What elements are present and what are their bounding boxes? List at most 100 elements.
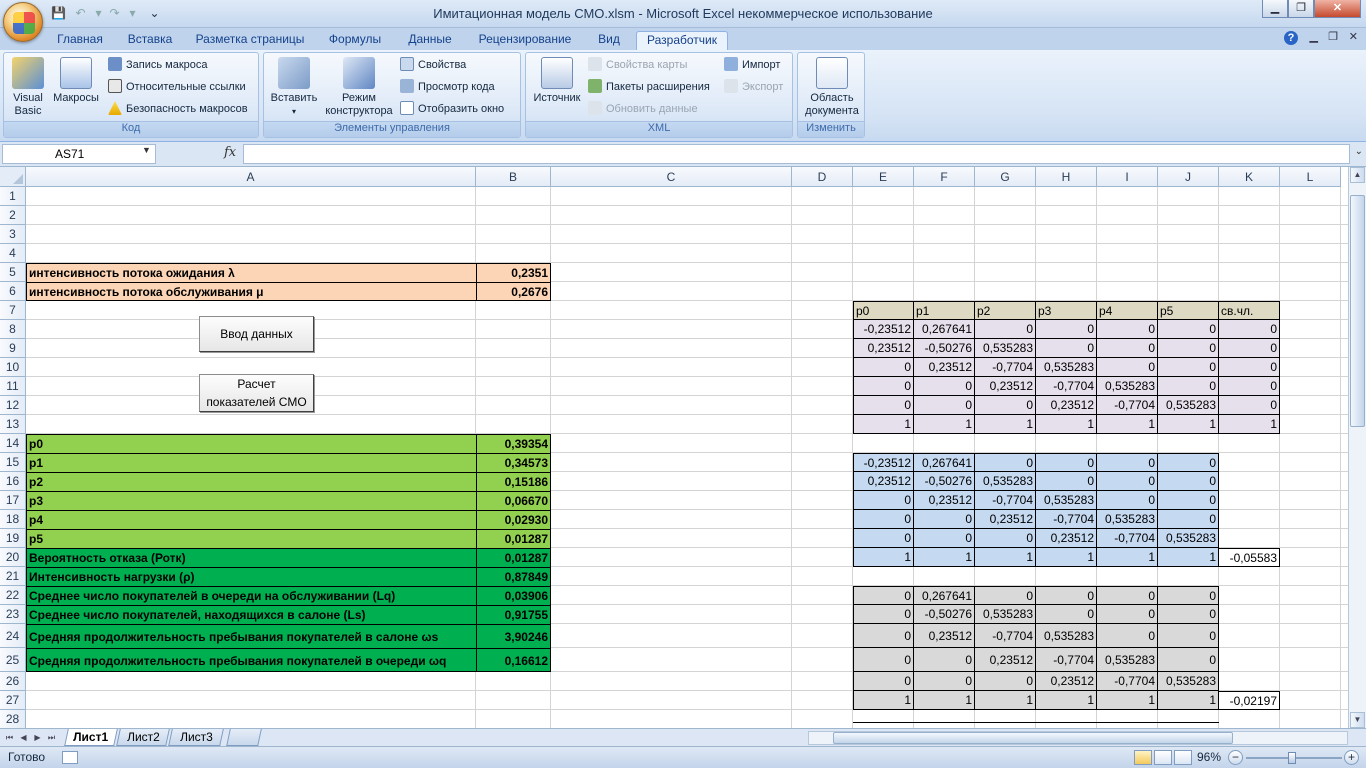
matrix2-cell[interactable]: -0,23512 [853, 453, 914, 472]
document-panel-button[interactable]: Область документа [800, 57, 864, 118]
result-value-cell[interactable]: 0,16612 [476, 648, 551, 672]
matrix1-cell[interactable]: -0,7704 [975, 358, 1036, 377]
matrix1-cell[interactable]: 0 [853, 358, 914, 377]
matrix3-cell[interactable]: 0 [1036, 586, 1097, 605]
matrix2-cell[interactable]: 1 [1158, 548, 1219, 567]
matrix-header-cell[interactable]: p5 [1158, 301, 1219, 320]
input-label-cell[interactable]: интенсивность потока обслуживания μ [26, 282, 476, 301]
matrix3-cell[interactable]: 0 [975, 672, 1036, 691]
row-header-8[interactable]: 8 [0, 320, 26, 339]
result-label-cell[interactable]: p4 [26, 510, 476, 529]
result-value-cell[interactable]: 0,15186 [476, 472, 551, 491]
normal-view-icon[interactable] [1134, 750, 1152, 765]
sheet-tab-2[interactable]: Лист2 [116, 729, 170, 746]
minimize-button[interactable]: ▁ [1262, 0, 1288, 18]
column-header-l[interactable]: L [1280, 167, 1341, 187]
row-header-17[interactable]: 17 [0, 491, 26, 510]
matrix1-cell[interactable]: 0 [914, 377, 975, 396]
horizontal-scrollbar[interactable] [808, 731, 1348, 745]
row-header-16[interactable]: 16 [0, 472, 26, 491]
result-value-cell[interactable]: 0,39354 [476, 434, 551, 453]
matrix1-cell[interactable]: 0 [1219, 377, 1280, 396]
matrix2-cell[interactable]: 0,23512 [914, 491, 975, 510]
matrix3-cell[interactable]: 0 [914, 648, 975, 672]
refresh-data-button[interactable]: Обновить данные [588, 99, 698, 119]
formula-expand-icon[interactable]: ⌄ [1355, 146, 1363, 157]
matrix2-cell[interactable]: 1 [1097, 548, 1158, 567]
matrix1-cell[interactable]: 0 [853, 396, 914, 415]
matrix2-cell[interactable]: 1 [1036, 548, 1097, 567]
matrix-header-cell[interactable]: p3 [1036, 301, 1097, 320]
result-label-cell[interactable]: p5 [26, 529, 476, 548]
input-data-button[interactable]: Ввод данных [199, 316, 314, 352]
first-sheet-icon[interactable]: ⏮ [4, 731, 15, 744]
matrix3-cell[interactable]: -0,7704 [975, 624, 1036, 648]
matrix3-cell[interactable]: 1 [1158, 691, 1219, 710]
result-label-cell[interactable]: p2 [26, 472, 476, 491]
input-value-cell[interactable]: 0,2351 [476, 263, 551, 282]
matrix3-cell[interactable]: 1 [914, 691, 975, 710]
matrix1-cell[interactable]: -0,23512 [853, 320, 914, 339]
relative-refs-button[interactable]: Относительные ссылки [108, 77, 246, 97]
matrix-header-cell[interactable]: p4 [1097, 301, 1158, 320]
row-header-13[interactable]: 13 [0, 415, 26, 434]
matrix1-cell[interactable]: 0 [1158, 320, 1219, 339]
matrix1-cell[interactable]: 0 [1097, 339, 1158, 358]
show-window-button[interactable]: Отобразить окно [400, 99, 504, 119]
matrix3-cell[interactable]: 0,535283 [975, 605, 1036, 624]
matrix2-cell[interactable]: 0 [1158, 510, 1219, 529]
matrix1-cell[interactable]: 0 [1097, 358, 1158, 377]
matrix1-cell[interactable]: 0,535283 [1097, 377, 1158, 396]
macro-recording-icon[interactable] [62, 751, 78, 764]
matrix1-cell[interactable]: 0,23512 [975, 377, 1036, 396]
column-header-k[interactable]: K [1219, 167, 1280, 187]
matrix3-cell[interactable]: 1 [975, 691, 1036, 710]
matrix3-cell[interactable]: 0 [975, 586, 1036, 605]
row-header-25[interactable]: 25 [0, 648, 26, 672]
result-label-cell[interactable]: p0 [26, 434, 476, 453]
matrix2-cell[interactable]: 1 [975, 548, 1036, 567]
row-header-2[interactable]: 2 [0, 206, 26, 225]
result-value-cell[interactable]: 0,06670 [476, 491, 551, 510]
column-header-h[interactable]: H [1036, 167, 1097, 187]
tab-formulas[interactable]: Формулы [322, 31, 388, 50]
matrix1-cell[interactable]: -0,7704 [1097, 396, 1158, 415]
matrix2-cell[interactable]: 1 [914, 548, 975, 567]
matrix1-cell[interactable]: 0 [914, 396, 975, 415]
matrix3-cell[interactable]: 0 [1097, 586, 1158, 605]
matrix1-cell[interactable]: 1 [853, 415, 914, 434]
last-sheet-icon[interactable]: ⏭ [46, 731, 57, 744]
matrix3-cell[interactable]: 0 [1158, 586, 1219, 605]
worksheet-grid[interactable]: ABCDEFGHIJKL 1 2 3 4 5 6 7 8 9 10 11 12 13 14 15 16 17 18… [0, 167, 1348, 728]
zoom-slider-thumb[interactable] [1288, 752, 1296, 764]
matrix2-cell[interactable]: -0,7704 [1036, 510, 1097, 529]
result-value-cell[interactable]: 0,91755 [476, 605, 551, 624]
matrix1-cell[interactable]: 0 [1219, 358, 1280, 377]
result-label-cell[interactable]: Средняя продолжительность пребывания пок… [26, 648, 476, 672]
matrix1-cell[interactable]: 1 [1097, 415, 1158, 434]
tab-home[interactable]: Главная [50, 31, 110, 50]
matrix1-cell[interactable]: -0,50276 [914, 339, 975, 358]
insert-sheet-icon[interactable] [226, 729, 262, 746]
matrix3-cell[interactable]: 1 [853, 691, 914, 710]
column-header-i[interactable]: I [1097, 167, 1158, 187]
matrix-header-cell[interactable]: p2 [975, 301, 1036, 320]
matrix1-cell[interactable]: 0 [975, 320, 1036, 339]
result-label-cell[interactable]: p3 [26, 491, 476, 510]
matrix-header-cell[interactable]: p1 [914, 301, 975, 320]
matrix2-cell[interactable]: 0 [975, 529, 1036, 548]
wb-restore-icon[interactable]: ❐ [1328, 30, 1338, 43]
expansion-packs-button[interactable]: Пакеты расширения [588, 77, 710, 97]
restore-button[interactable]: ❐ [1288, 0, 1314, 18]
matrix2-cell[interactable]: 0 [1158, 472, 1219, 491]
horizontal-scroll-thumb[interactable] [833, 732, 1233, 744]
matrix2-cell[interactable]: 0 [853, 491, 914, 510]
matrix1-cell[interactable]: 1 [1219, 415, 1280, 434]
matrix3-cell[interactable]: 0,535283 [1158, 672, 1219, 691]
visual-basic-button[interactable]: Visual Basic [8, 57, 48, 118]
matrix1-cell[interactable]: 0,535283 [975, 339, 1036, 358]
matrix2-cell[interactable]: 0 [975, 453, 1036, 472]
row-header-20[interactable]: 20 [0, 548, 26, 567]
result-label-cell[interactable]: Среднее число покупателей в очереди на о… [26, 586, 476, 605]
row-header-9[interactable]: 9 [0, 339, 26, 358]
